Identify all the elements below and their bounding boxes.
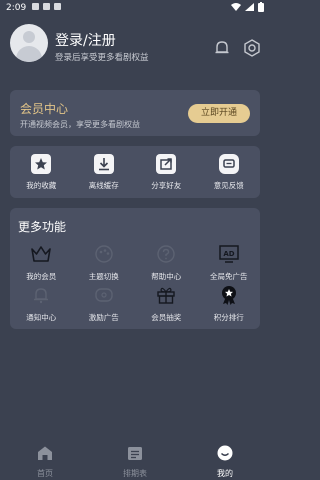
battery-icon <box>258 2 264 12</box>
feature-label: 我的会员 <box>26 272 57 281</box>
ad-icon: AD <box>219 245 239 263</box>
notification-icons <box>32 3 61 10</box>
feature-global-no-ads[interactable]: AD 全局免广告 <box>198 244 261 285</box>
notification-bell-icon[interactable] <box>212 38 232 58</box>
feature-label: 通知中心 <box>26 313 57 322</box>
settings-notification-icon <box>32 3 39 10</box>
tab-mine[interactable]: 我的 <box>180 440 270 480</box>
feature-label: 主题切换 <box>88 272 119 281</box>
more-features-title: 更多功能 <box>18 220 67 234</box>
vip-subtitle: 开通视频会员，享受更多看剧权益 <box>20 120 140 129</box>
gift-icon <box>157 287 175 304</box>
quick-item-share[interactable]: 分享好友 <box>135 154 198 191</box>
bottom-tab-bar: 首页 排期表 我的 <box>0 440 270 480</box>
profile-icon <box>217 445 233 461</box>
vip-center-card[interactable]: 会员中心 开通视频会员，享受更多看剧权益 立即开通 <box>10 90 260 136</box>
quick-label: 分享好友 <box>151 181 182 190</box>
schedule-icon <box>128 447 142 460</box>
feedback-icon <box>218 154 239 174</box>
feature-label: 积分排行 <box>213 313 244 322</box>
status-time: 2:09 <box>6 3 27 13</box>
status-bar: 2:09 <box>0 0 270 16</box>
avatar[interactable] <box>10 24 48 62</box>
feature-reward-ads[interactable]: 激励广告 <box>73 285 136 326</box>
tab-home[interactable]: 首页 <box>0 440 90 480</box>
download-icon <box>93 154 114 174</box>
image-notification-icon <box>43 3 50 10</box>
tab-label: 排期表 <box>123 469 147 478</box>
star-icon <box>31 154 52 174</box>
theme-icon <box>95 245 113 263</box>
feature-help-center[interactable]: 帮助中心 <box>135 244 198 285</box>
help-icon <box>157 245 175 263</box>
feature-vip-lottery[interactable]: 会员抽奖 <box>135 285 198 326</box>
download-notification-icon <box>54 3 61 10</box>
share-icon <box>156 154 177 174</box>
crown-icon <box>31 246 52 262</box>
quick-actions-card: 我的收藏 离线缓存 分享好友 意见反馈 <box>10 146 260 198</box>
signal-icon <box>245 3 254 11</box>
quick-label: 意见反馈 <box>213 181 244 190</box>
vip-title: 会员中心 <box>20 102 69 116</box>
feature-label: 激励广告 <box>88 313 119 322</box>
login-subtitle: 登录后享受更多看剧权益 <box>55 53 149 63</box>
quick-label: 我的收藏 <box>26 181 57 190</box>
more-features-card: 更多功能 我的会员 主题切换 帮助中心 AD 全局免广告 通知中心 激励广告 会… <box>10 208 260 329</box>
vip-open-button[interactable]: 立即开通 <box>188 104 250 123</box>
feature-label: 帮助中心 <box>151 272 182 281</box>
medal-icon <box>221 286 236 305</box>
tab-label: 我的 <box>217 469 233 478</box>
quick-item-feedback[interactable]: 意见反馈 <box>198 154 261 191</box>
wifi-icon <box>231 3 241 11</box>
home-icon <box>38 446 52 460</box>
svg-text:AD: AD <box>223 250 234 258</box>
system-icons <box>231 2 264 12</box>
quick-item-offline-cache[interactable]: 离线缓存 <box>73 154 136 191</box>
feature-theme-switch[interactable]: 主题切换 <box>73 244 136 285</box>
login-register-link[interactable]: 登录/注册 <box>55 30 116 50</box>
feature-points-ranking[interactable]: 积分排行 <box>198 285 261 326</box>
profile-header[interactable]: 登录/注册 登录后享受更多看剧权益 <box>0 24 270 68</box>
quick-item-favorites[interactable]: 我的收藏 <box>10 154 73 191</box>
reward-ad-icon <box>95 288 113 302</box>
tab-schedule[interactable]: 排期表 <box>90 440 180 480</box>
feature-label: 全局免广告 <box>210 272 248 281</box>
feature-notification-center[interactable]: 通知中心 <box>10 285 73 326</box>
tab-label: 首页 <box>37 469 53 478</box>
feature-my-vip[interactable]: 我的会员 <box>10 244 73 285</box>
settings-icon[interactable] <box>242 38 262 58</box>
quick-label: 离线缓存 <box>88 181 119 190</box>
bell-icon <box>34 288 49 304</box>
feature-label: 会员抽奖 <box>151 313 182 322</box>
